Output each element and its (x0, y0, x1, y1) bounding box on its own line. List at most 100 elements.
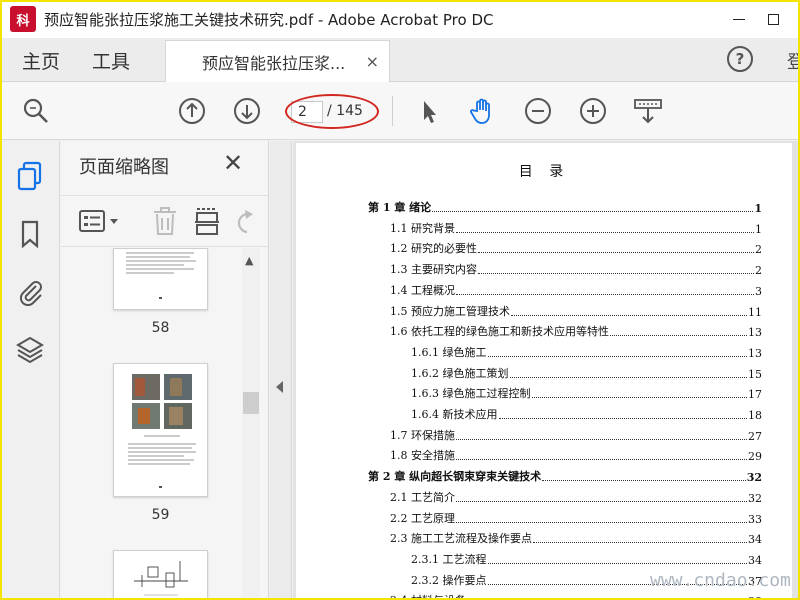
toc-entry[interactable]: 2.4 材料与设备 38 (390, 592, 762, 600)
annotation-ellipse (285, 94, 379, 129)
window-controls (722, 0, 790, 38)
toc-entry[interactable]: 1.6.3 绿色施工过程控制 17 (411, 385, 762, 401)
toc-entry-page: 32 (748, 491, 762, 505)
toc-entry-title: 第 2 章 纵向超长钢束穿束关键技术 (368, 470, 542, 484)
signin-link[interactable]: 登 (787, 48, 800, 74)
toc-entry-page: 13 (748, 346, 762, 360)
bookmark-icon[interactable] (15, 219, 45, 249)
delete-page-icon[interactable] (151, 206, 179, 240)
toc-title: 目 录 (518, 164, 570, 180)
toc-entry-title: 1.3 主要研究内容 (390, 263, 477, 277)
toc-entry[interactable]: 第 1 章 绪论 1 (368, 199, 762, 215)
toc-entry[interactable]: 1.6.1 绿色施工 13 (411, 344, 762, 360)
toc-entry-title: 1.2 研究的必要性 (390, 242, 477, 256)
toc-entry-page: 32 (746, 471, 762, 485)
toc-leader-dots (610, 335, 747, 337)
search-zoom-icon[interactable] (21, 96, 51, 126)
toc-leader-dots (456, 231, 754, 233)
toc-entry-page: 2 (755, 264, 762, 278)
tab-close-icon[interactable]: × (366, 52, 379, 71)
toc-entry-title: 1.1 研究背景 (390, 221, 455, 235)
rotate-page-icon[interactable] (233, 208, 257, 240)
thumbnail-options-icon[interactable] (79, 208, 121, 238)
toc-entry-title: 2.1 工艺简介 (390, 490, 455, 504)
toc-entry[interactable]: 2.3.1 工艺流程 34 (411, 551, 762, 567)
maximize-button[interactable] (756, 4, 790, 34)
toc-entry[interactable]: 1.2 研究的必要性 2 (390, 240, 762, 256)
collapse-arrow-icon[interactable] (276, 381, 283, 393)
maximize-icon (767, 13, 779, 25)
keyboard-icon[interactable] (633, 96, 663, 126)
toc-entry-title: 1.6.3 绿色施工过程控制 (411, 387, 531, 401)
thumbnail-scrollbar[interactable]: ▲ (242, 248, 260, 600)
page-up-icon[interactable] (177, 96, 207, 126)
panel-toolbar (61, 195, 269, 247)
left-rail (0, 141, 60, 600)
toc-entry[interactable]: 1.1 研究背景 1 (390, 220, 762, 236)
toc-entry[interactable]: 2.2 工艺原理 33 (390, 510, 762, 526)
toc-leader-dots (456, 459, 747, 461)
toc-entry-title: 2.4 材料与设备 (390, 592, 466, 600)
toc-entry[interactable]: 第 2 章 纵向超长钢束穿束关键技术 32 (368, 468, 762, 484)
toc-entry[interactable]: 2.3 施工工艺流程及操作要点 34 (390, 530, 762, 546)
page-thumbnails-panel: 页面缩略图 ✕ 58 59 ▲ (61, 141, 269, 600)
toc-entry-page: 1 (754, 202, 762, 215)
toc-entry-page: 11 (748, 305, 762, 319)
thumbnail-page[interactable] (113, 363, 208, 497)
toc-entry-page: 18 (748, 409, 762, 422)
toc-entry-title: 1.7 环保措施 (390, 428, 455, 442)
toc-entry[interactable]: 1.6.2 绿色施工策划 15 (411, 365, 762, 381)
minimize-button[interactable] (722, 4, 756, 34)
tab-document-label: 预应智能张拉压浆... (202, 53, 346, 73)
zoom-out-icon[interactable] (523, 96, 553, 126)
toc-leader-dots (509, 376, 747, 378)
attachment-icon[interactable] (15, 276, 45, 306)
toc-entry-page: 1 (755, 222, 762, 236)
toc-entry-title: 1.6.2 绿色施工策划 (411, 366, 509, 380)
toc-leader-dots (432, 211, 754, 212)
toc-entry[interactable]: 1.7 环保措施 27 (390, 427, 762, 443)
app-icon: 科 (10, 6, 36, 32)
toc-leader-dots (487, 355, 747, 357)
panel-close-icon[interactable]: ✕ (223, 149, 243, 177)
page-down-icon[interactable] (232, 96, 262, 126)
watermark: www.cndao.com (650, 570, 791, 591)
toc-entry[interactable]: 2.1 工艺简介 32 (390, 489, 762, 505)
toc-leader-dots (478, 273, 754, 275)
thumbnail-page[interactable] (113, 248, 208, 310)
panel-collapse-strip[interactable] (270, 141, 292, 600)
select-arrow-icon[interactable] (414, 96, 444, 126)
toc-leader-dots (456, 500, 747, 502)
tab-home[interactable]: 主页 (22, 38, 60, 82)
toc-entry-page: 13 (748, 326, 762, 340)
tab-tools[interactable]: 工具 (92, 38, 130, 82)
toc-entry[interactable]: 1.6.4 新技术应用 18 (411, 406, 762, 422)
toc-entry-title: 2.3.1 工艺流程 (411, 552, 487, 566)
layers-icon[interactable] (15, 335, 45, 365)
toc-leader-dots (531, 397, 747, 399)
toc-entry[interactable]: 1.8 安全措施 29 (390, 447, 762, 463)
help-icon[interactable]: ? (727, 46, 753, 72)
toc-entry[interactable]: 1.3 主要研究内容 2 (390, 261, 762, 277)
toc-entry-page: 2 (755, 243, 762, 257)
toc-entry[interactable]: 1.6 依托工程的绿色施工和新技术应用等特性 13 (390, 323, 762, 339)
scroll-up-icon[interactable]: ▲ (245, 254, 253, 267)
tab-bar: 主页 工具 预应智能张拉压浆... × ? 登 (0, 38, 800, 82)
toc-entry-title: 1.8 安全措施 (390, 449, 455, 463)
tab-document[interactable]: 预应智能张拉压浆... × (165, 40, 390, 82)
toc-entry-title: 1.6 依托工程的绿色施工和新技术应用等特性 (390, 325, 609, 339)
toc-leader-dots (456, 521, 747, 523)
toc-entry[interactable]: 1.5 预应力施工管理技术 11 (390, 303, 762, 319)
toc-leader-dots (498, 418, 747, 419)
page-thumbnails-icon[interactable] (15, 161, 45, 191)
extract-page-icon[interactable] (193, 206, 221, 240)
minimize-icon (733, 18, 745, 20)
toc-entry-title: 1.6.4 新技术应用 (411, 408, 498, 421)
toc-entry[interactable]: 1.4 工程概况 3 (390, 282, 762, 298)
zoom-in-icon[interactable] (578, 96, 608, 126)
hand-icon[interactable] (468, 96, 498, 126)
scrollbar-thumb[interactable] (243, 392, 259, 414)
thumbnail-page[interactable] (113, 550, 208, 600)
toc-leader-dots (456, 438, 747, 440)
toc-leader-dots (456, 293, 754, 295)
